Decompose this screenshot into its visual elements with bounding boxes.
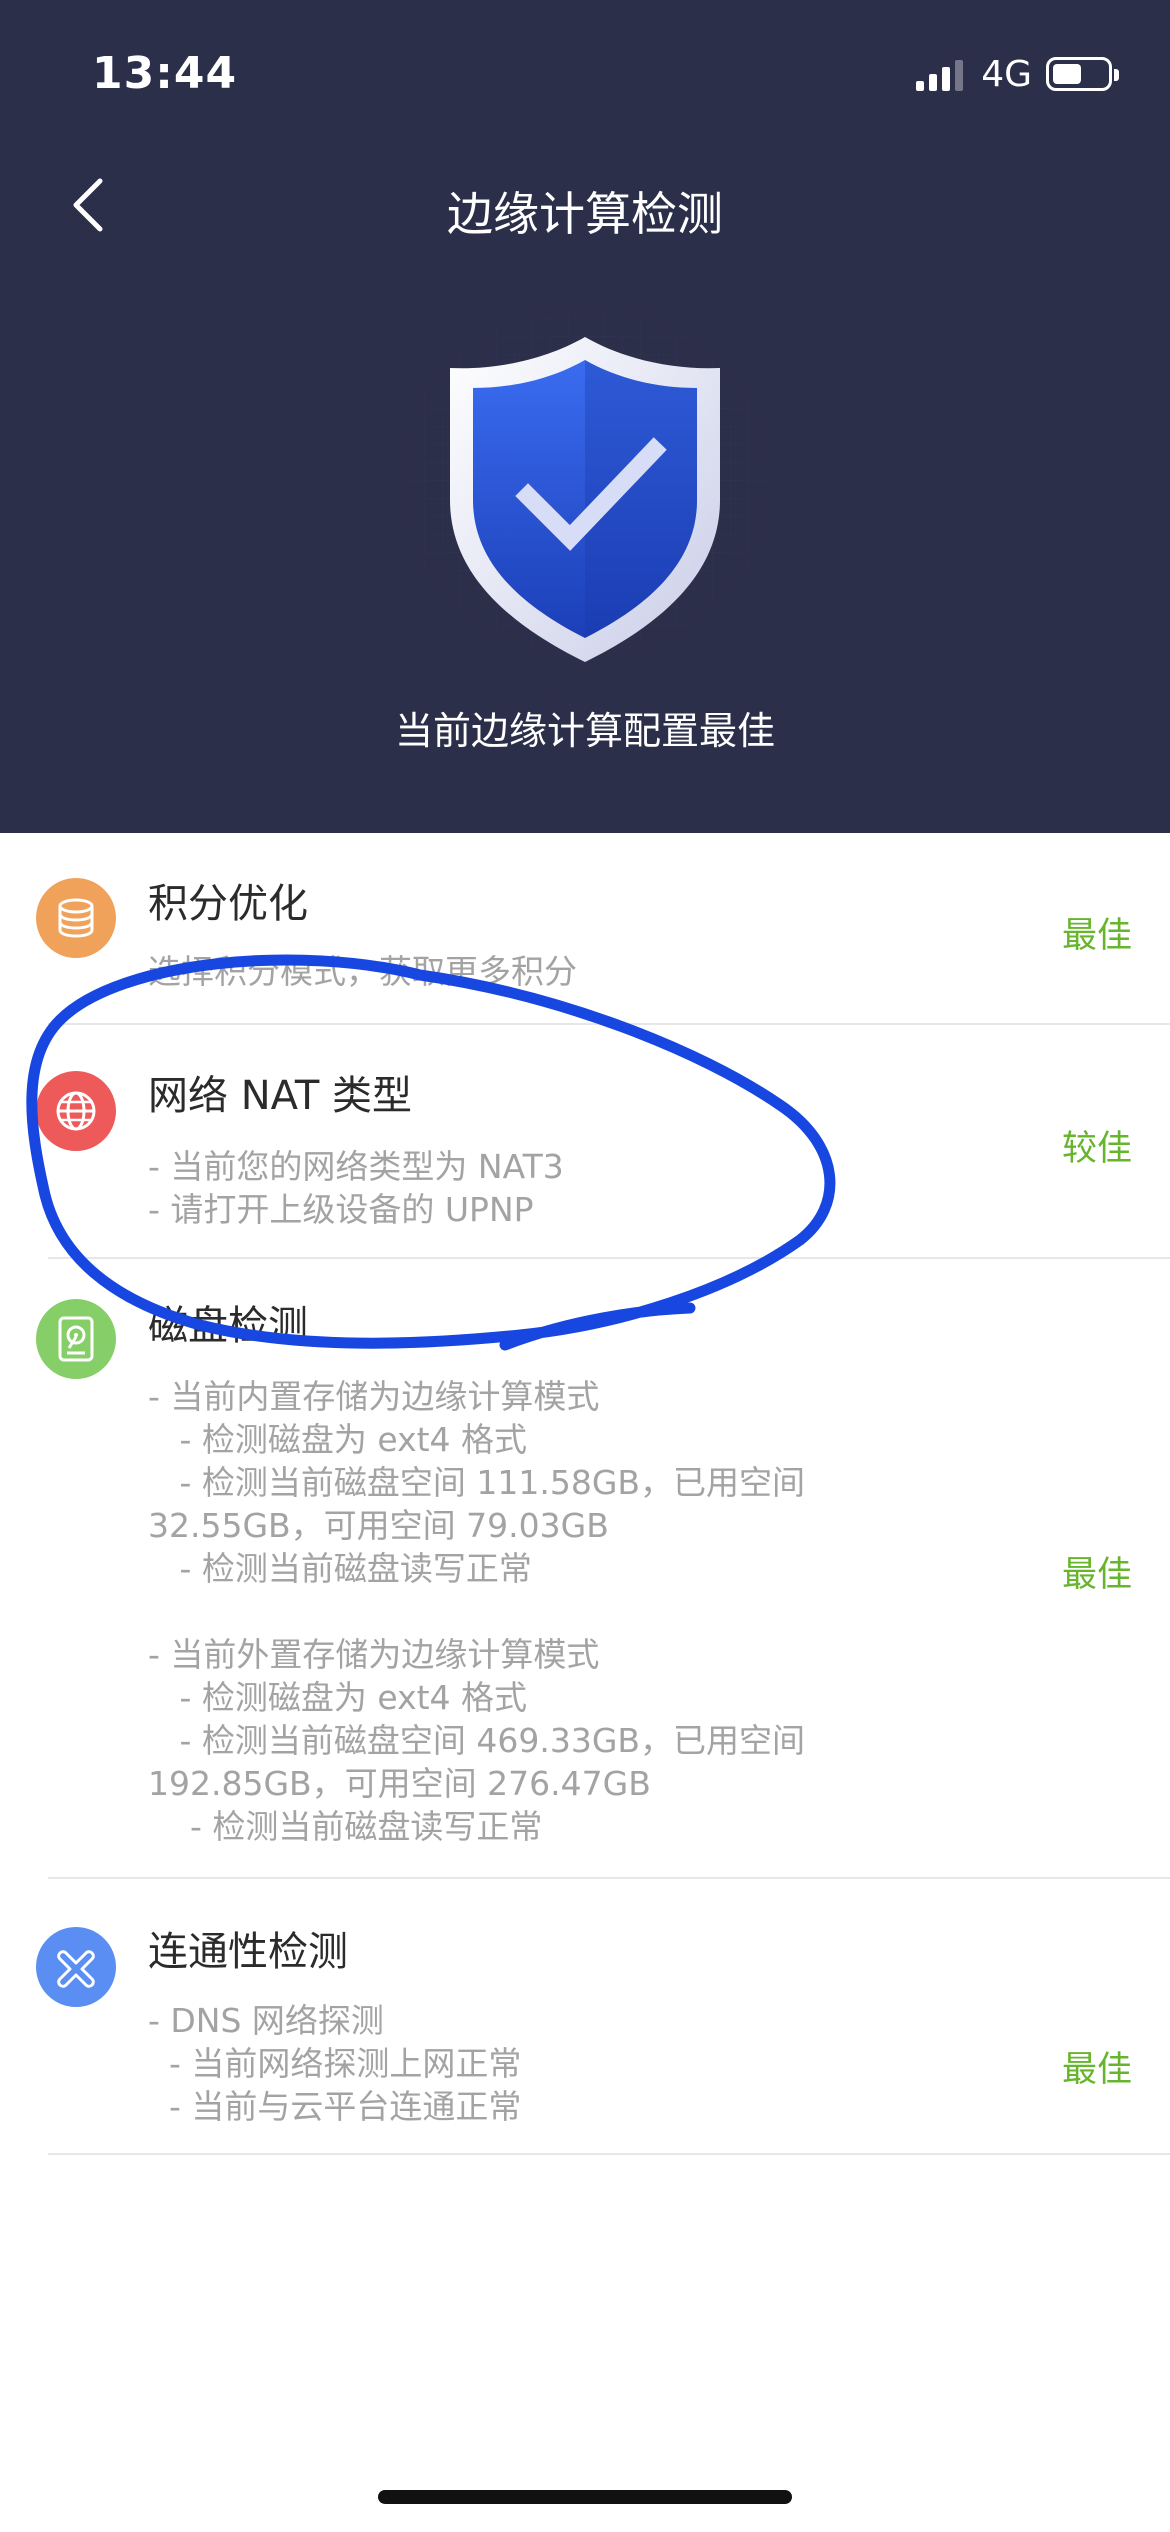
database-icon [36, 878, 116, 958]
status-badge: 最佳 [1061, 916, 1132, 956]
header-subtitle: 当前边缘计算配置最佳 [394, 709, 775, 753]
shield-check-icon [370, 300, 800, 700]
list-item-disk-check[interactable]: 磁盘检测 - 当前内置存储为边缘计算模式 - 检测磁盘为 ext4 格式 - 检… [0, 1259, 1170, 1877]
disk-icon [36, 1299, 116, 1379]
item-title: 网络 NAT 类型 [148, 1073, 413, 1119]
status-badge: 最佳 [1061, 1555, 1132, 1595]
connectivity-icon [36, 1927, 116, 2007]
item-title: 积分优化 [148, 881, 308, 927]
header: 13:44 4G 边缘计算检测 当前边缘计算配置最佳 [0, 0, 1170, 833]
item-description: - 当前内置存储为边缘计算模式 - 检测磁盘为 ext4 格式 - 检测当前磁盘… [148, 1377, 806, 1846]
status-badge: 最佳 [1061, 2050, 1132, 2090]
item-description: - 当前您的网络类型为 NAT3 - 请打开上级设备的 UPNP [148, 1147, 564, 1229]
page-title: 边缘计算检测 [447, 187, 723, 241]
list-item-nat-type[interactable]: 网络 NAT 类型 - 当前您的网络类型为 NAT3 - 请打开上级设备的 UP… [0, 1025, 1170, 1257]
list-item-points-optimization[interactable]: 积分优化 选择积分模式，获取更多积分 最佳 [0, 833, 1170, 1023]
divider [48, 2153, 1170, 2155]
item-title: 磁盘检测 [148, 1303, 308, 1349]
item-title: 连通性检测 [148, 1929, 348, 1975]
globe-icon [36, 1071, 116, 1151]
signal-icon [911, 57, 964, 91]
status-badge: 较佳 [1061, 1129, 1132, 1169]
battery-icon [1046, 57, 1119, 91]
status-time: 13:44 [92, 48, 238, 99]
network-type: 4G [981, 53, 1032, 95]
item-description: - DNS 网络探测 - 当前网络探测上网正常 - 当前与云平台连通正常 [148, 2001, 522, 2126]
item-description: 选择积分模式，获取更多积分 [148, 952, 577, 991]
home-indicator[interactable] [378, 2490, 792, 2504]
status-indicators: 4G [911, 52, 1119, 96]
list-item-connectivity-check[interactable]: 连通性检测 - DNS 网络探测 - 当前网络探测上网正常 - 当前与云平台连通… [0, 1879, 1170, 2153]
